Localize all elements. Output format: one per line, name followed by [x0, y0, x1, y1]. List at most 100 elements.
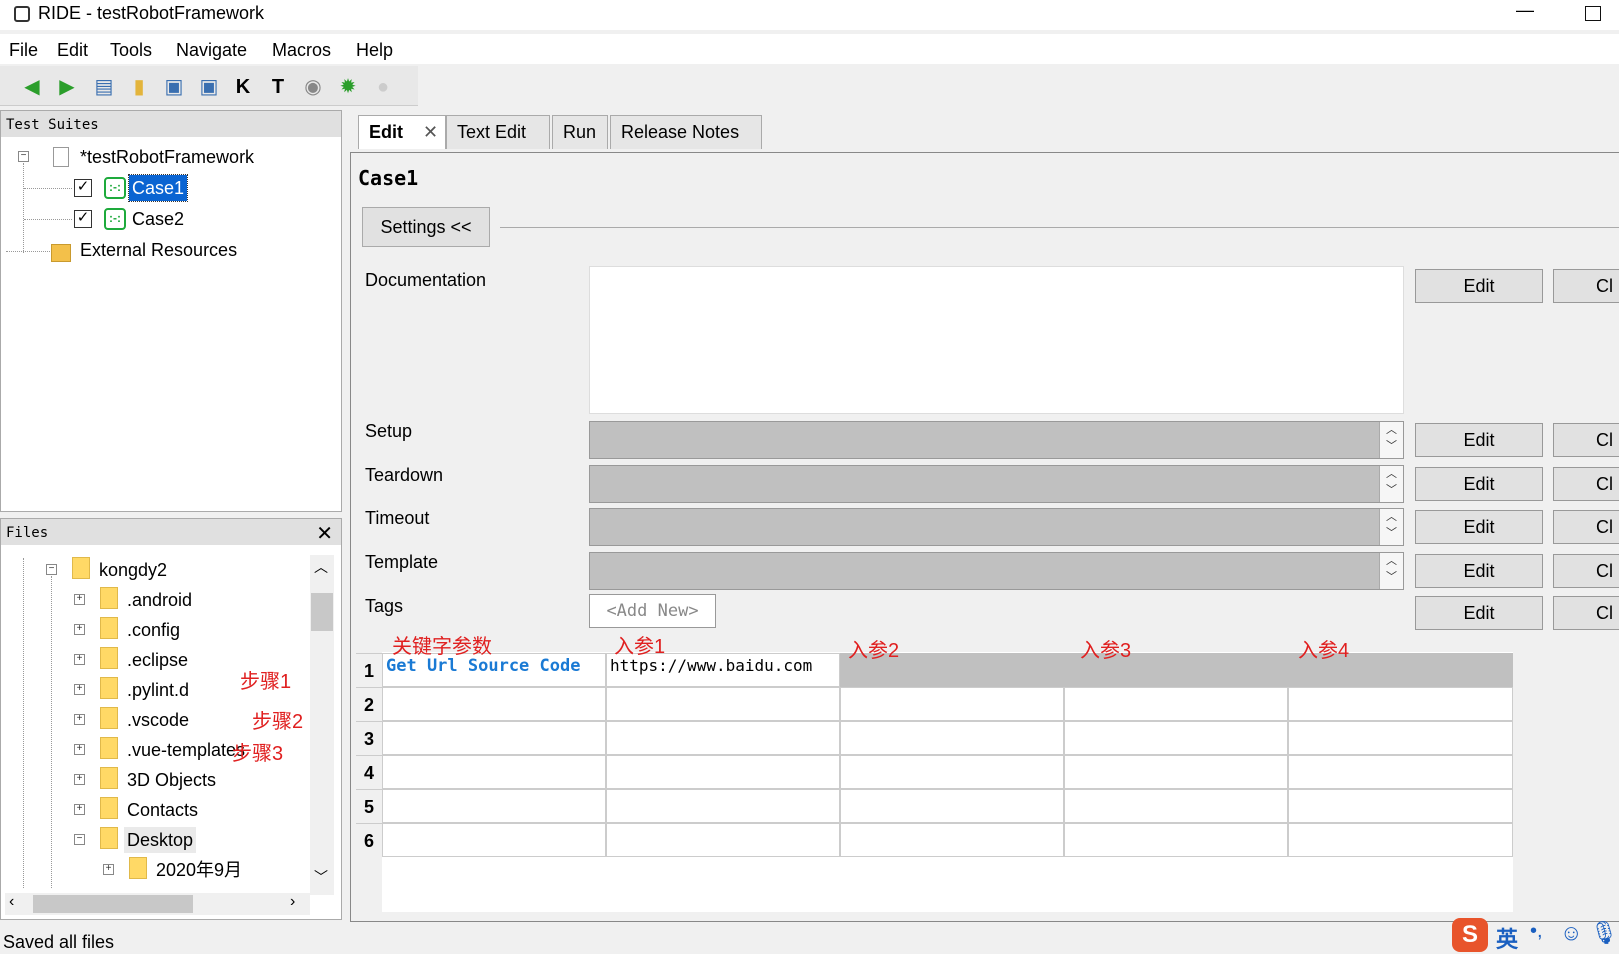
microphone-icon[interactable]: 🎙	[1590, 920, 1618, 946]
minimize-button[interactable]: —	[1510, 0, 1540, 28]
keyword-search-icon[interactable]: K	[231, 75, 255, 99]
ime-language[interactable]: 英	[1496, 922, 1518, 954]
template-field[interactable]: ︿ ﹀	[589, 552, 1404, 590]
add-tag-button[interactable]: <Add New>	[589, 594, 716, 628]
scroll-down-icon[interactable]: ﹀	[314, 867, 328, 887]
teardown-edit-button[interactable]: Edit	[1415, 467, 1543, 501]
grid-cell[interactable]	[1288, 721, 1513, 755]
menu-help[interactable]: Help	[356, 40, 393, 61]
back-arrow-icon[interactable]: ◀	[20, 75, 44, 99]
grid-cell[interactable]	[1288, 823, 1513, 857]
run-icon[interactable]: ◉	[301, 75, 325, 99]
debug-icon[interactable]: ✹	[336, 75, 360, 99]
file-item-pylint[interactable]: .pylint.d	[127, 677, 189, 703]
row-number[interactable]: 4	[356, 755, 382, 789]
sogou-icon[interactable]: S	[1452, 918, 1488, 952]
spin-icon[interactable]: ︿ ﹀	[1379, 553, 1403, 589]
file-item-vue-templates[interactable]: .vue-templates	[127, 737, 245, 763]
expand-icon[interactable]: +	[74, 654, 85, 665]
expand-icon[interactable]: +	[74, 714, 85, 725]
file-item-android[interactable]: .android	[127, 587, 192, 613]
collapse-icon[interactable]: −	[18, 151, 29, 162]
collapse-icon[interactable]: −	[46, 564, 57, 575]
menu-edit[interactable]: Edit	[57, 40, 88, 61]
grid-cell[interactable]	[1064, 789, 1288, 823]
maximize-button[interactable]	[1585, 6, 1601, 21]
grid-cell[interactable]	[382, 823, 606, 857]
settings-toggle-button[interactable]: Settings <<	[362, 207, 490, 247]
scroll-left-icon[interactable]: ‹	[9, 893, 14, 911]
menu-navigate[interactable]: Navigate	[176, 40, 247, 61]
grid-cell[interactable]	[840, 721, 1064, 755]
row-number[interactable]: 1	[356, 653, 382, 687]
template-edit-button[interactable]: Edit	[1415, 554, 1543, 588]
row-number[interactable]: 6	[356, 823, 382, 857]
menu-macros[interactable]: Macros	[272, 40, 331, 61]
close-icon[interactable]: ✕	[316, 521, 333, 546]
grid-cell[interactable]	[382, 755, 606, 789]
spin-icon[interactable]: ︿ ﹀	[1379, 509, 1403, 545]
expand-icon[interactable]: +	[103, 864, 114, 875]
grid-cell[interactable]	[606, 687, 840, 721]
expand-icon[interactable]: +	[74, 594, 85, 605]
tree-item-external-resources[interactable]: External Resources	[80, 237, 237, 263]
file-item-desktop[interactable]: Desktop	[124, 827, 197, 853]
grid-cell[interactable]	[382, 789, 606, 823]
tab-release-notes[interactable]: Release Notes	[610, 115, 762, 149]
row-number[interactable]: 5	[356, 789, 382, 823]
files-horizontal-scrollbar[interactable]: ‹ ›	[5, 893, 310, 915]
open-directory-icon[interactable]: ▮	[127, 75, 151, 99]
grid-cell[interactable]	[606, 755, 840, 789]
file-item-kongdy2[interactable]: kongdy2	[99, 557, 167, 583]
collapse-icon[interactable]: −	[74, 834, 85, 845]
tree-item-case1[interactable]: Case1	[127, 174, 189, 202]
scroll-right-icon[interactable]: ›	[290, 893, 295, 911]
timeout-field[interactable]: ︿ ﹀	[589, 508, 1404, 546]
grid-cell[interactable]	[382, 721, 606, 755]
tree-item-case2[interactable]: Case2	[132, 206, 184, 232]
save-all-icon[interactable]: ▣	[197, 75, 221, 99]
expand-icon[interactable]: +	[74, 684, 85, 695]
stop-icon[interactable]: ●	[371, 75, 395, 99]
grid-cell[interactable]	[840, 755, 1064, 789]
timeout-clear-button[interactable]: Cl	[1553, 510, 1619, 544]
file-item-contacts[interactable]: Contacts	[127, 797, 198, 823]
grid-cell[interactable]	[1288, 789, 1513, 823]
setup-clear-button[interactable]: Cl	[1553, 423, 1619, 457]
file-item-2020-09[interactable]: 2020年9月	[156, 857, 242, 883]
grid-cell[interactable]	[1064, 823, 1288, 857]
close-icon[interactable]: ✕	[423, 122, 438, 143]
scroll-thumb[interactable]	[33, 895, 193, 913]
menu-tools[interactable]: Tools	[110, 40, 152, 61]
punctuation-icon[interactable]: •,	[1530, 920, 1543, 943]
expand-icon[interactable]: +	[74, 624, 85, 635]
spin-icon[interactable]: ︿ ﹀	[1379, 422, 1403, 458]
case2-checkbox[interactable]: ✓	[74, 210, 92, 228]
grid-cell[interactable]	[1064, 721, 1288, 755]
file-item-3d-objects[interactable]: 3D Objects	[127, 767, 216, 793]
suite-root[interactable]: *testRobotFramework	[80, 144, 254, 170]
file-item-config[interactable]: .config	[127, 617, 180, 643]
setup-edit-button[interactable]: Edit	[1415, 423, 1543, 457]
grid-cell-empty[interactable]	[840, 653, 1513, 687]
scroll-thumb[interactable]	[311, 593, 333, 631]
files-vertical-scrollbar[interactable]: ︿ ﹀	[310, 555, 334, 895]
file-item-eclipse[interactable]: .eclipse	[127, 647, 188, 673]
template-clear-button[interactable]: Cl	[1553, 554, 1619, 588]
grid-cell[interactable]	[382, 687, 606, 721]
expand-icon[interactable]: +	[74, 744, 85, 755]
grid-cell[interactable]	[1064, 687, 1288, 721]
open-icon[interactable]: ▤	[92, 75, 116, 99]
save-icon[interactable]: ▣	[162, 75, 186, 99]
grid-cell[interactable]	[1288, 755, 1513, 789]
grid-cell[interactable]	[606, 789, 840, 823]
forward-arrow-icon[interactable]: ▶	[55, 75, 79, 99]
file-item-vscode[interactable]: .vscode	[127, 707, 189, 733]
grid-cell[interactable]	[606, 823, 840, 857]
grid-cell[interactable]	[840, 823, 1064, 857]
spin-icon[interactable]: ︿ ﹀	[1379, 466, 1403, 502]
tab-run[interactable]: Run	[552, 115, 608, 149]
grid-cell[interactable]	[1288, 687, 1513, 721]
tab-edit[interactable]: Edit ✕	[358, 115, 446, 149]
documentation-field[interactable]	[589, 266, 1404, 414]
